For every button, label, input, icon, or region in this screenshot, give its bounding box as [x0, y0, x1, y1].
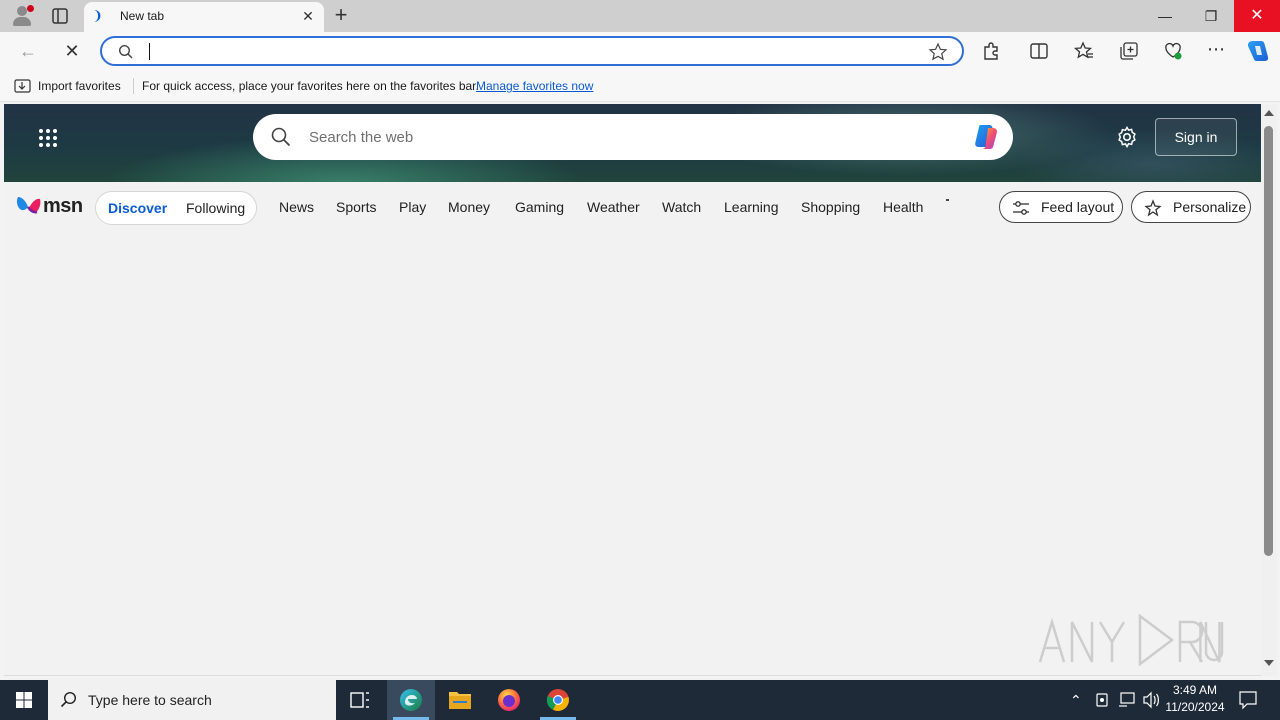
meet-now-icon[interactable] — [1094, 680, 1112, 720]
msn-logo-text: msn — [43, 195, 83, 217]
browser-toolbar: ← ✕ ⋯ — [0, 32, 1280, 70]
address-bar[interactable] — [100, 36, 964, 66]
notifications-icon[interactable] — [1236, 680, 1260, 720]
copilot-icon[interactable] — [971, 123, 1001, 151]
taskbar-search-placeholder: Type here to search — [88, 692, 212, 708]
personalize-label: Personalize — [1173, 199, 1247, 215]
nav-play[interactable]: Play — [399, 199, 426, 215]
search-icon — [271, 127, 291, 147]
favorites-icon[interactable] — [1073, 40, 1095, 62]
tab-following[interactable]: Following — [186, 200, 245, 216]
browser-essentials-icon[interactable] — [1162, 40, 1184, 62]
manage-favorites-link[interactable]: Manage favorites now — [476, 79, 593, 93]
close-window-button[interactable]: ✕ — [1234, 0, 1280, 32]
tab-close-icon[interactable]: ✕ — [300, 8, 316, 24]
nav-sports[interactable]: Sports — [336, 199, 376, 215]
tab-discover[interactable]: Discover — [108, 200, 167, 216]
edge-browser-icon — [400, 689, 422, 711]
settings-gear-icon[interactable] — [1116, 126, 1138, 148]
anyrun-watermark-logo — [1038, 613, 1224, 667]
import-favorites-icon — [14, 79, 31, 93]
extensions-puzzle-icon[interactable] — [980, 40, 1002, 62]
task-view-icon[interactable] — [336, 680, 384, 720]
msn-butterfly-icon — [16, 197, 41, 214]
profile-avatar-icon[interactable] — [10, 4, 34, 28]
collections-icon[interactable] — [1118, 40, 1140, 62]
scrollbar-thumb[interactable] — [1264, 126, 1273, 556]
sliders-icon — [1013, 201, 1029, 215]
network-icon[interactable] — [1117, 680, 1137, 720]
more-options-icon[interactable]: ⋯ — [1205, 40, 1227, 62]
personalize-button[interactable]: Personalize — [1131, 191, 1251, 223]
feed-layout-label: Feed layout — [1041, 199, 1115, 215]
feed-layout-button[interactable]: Feed layout — [999, 191, 1123, 223]
msn-new-tab-page: Sign in msn Discover Following News Spor… — [4, 104, 1261, 676]
feed-toggle: Discover Following — [95, 191, 257, 225]
nav-gaming[interactable]: Gaming — [515, 199, 564, 215]
file-explorer-icon[interactable] — [436, 680, 484, 720]
firefox-icon[interactable] — [485, 680, 533, 720]
tab-strip: ❩ New tab ✕ + — ❐ ✕ — [0, 0, 1280, 32]
nav-money[interactable]: Money — [448, 199, 490, 215]
nav-health[interactable]: Health — [883, 199, 923, 215]
chrome-icon — [546, 689, 569, 711]
msn-nav-row: msn Discover Following News Sports Play … — [4, 182, 1261, 232]
nav-watch[interactable]: Watch — [662, 199, 701, 215]
tab-new-tab[interactable]: ❩ New tab ✕ — [84, 2, 324, 32]
import-favorites-label: Import favorites — [38, 79, 121, 93]
show-hidden-icons-chevron-icon[interactable]: ⌃ — [1070, 680, 1086, 720]
volume-icon[interactable] — [1141, 680, 1161, 720]
minimize-button[interactable]: — — [1142, 0, 1188, 32]
nav-shopping[interactable]: Shopping — [801, 199, 860, 215]
personalize-sparkle-icon — [1144, 199, 1162, 217]
favorites-bar: Import favorites For quick access, place… — [0, 70, 1280, 102]
scroll-down-arrow-icon[interactable] — [1264, 660, 1274, 666]
back-arrow-icon[interactable]: ← — [16, 40, 40, 62]
taskbar-search-box[interactable]: Type here to search — [48, 680, 336, 720]
app-launcher-icon[interactable] — [38, 128, 58, 148]
split-screen-icon[interactable] — [1028, 40, 1050, 62]
loading-favicon-icon: ❩ — [92, 8, 103, 23]
stop-loading-icon[interactable]: ✕ — [60, 40, 84, 62]
favorites-bar-message: For quick access, place your favorites h… — [142, 79, 479, 93]
restore-button[interactable]: ❐ — [1188, 0, 1234, 32]
web-search-box[interactable] — [253, 114, 1013, 160]
system-clock[interactable]: 3:49 AM 11/20/2024 — [1160, 682, 1230, 718]
nav-learning[interactable]: Learning — [724, 199, 779, 215]
clock-date: 11/20/2024 — [1165, 700, 1225, 714]
nav-overflow-mark — [946, 199, 949, 201]
windows-start-icon[interactable] — [0, 680, 48, 720]
nav-news[interactable]: News — [279, 199, 314, 215]
search-icon — [118, 44, 133, 59]
tab-title: New tab — [120, 9, 165, 23]
taskbar-chrome-app[interactable] — [534, 680, 582, 720]
vertical-scrollbar[interactable] — [1261, 104, 1277, 676]
favorite-star-icon[interactable] — [928, 42, 948, 62]
favorites-divider — [133, 78, 134, 94]
search-icon — [60, 691, 77, 708]
nav-weather[interactable]: Weather — [587, 199, 640, 215]
address-input[interactable] — [150, 41, 910, 61]
clock-time: 3:49 AM — [1172, 683, 1218, 697]
tab-actions-icon[interactable] — [50, 6, 70, 26]
new-tab-button[interactable]: + — [330, 4, 352, 26]
windows-taskbar: Type here to search ⌃ 3:49 AM 11/20/2024 — [0, 680, 1280, 720]
web-search-input[interactable] — [309, 125, 949, 149]
copilot-icon[interactable] — [1245, 38, 1271, 64]
msn-logo[interactable]: msn — [16, 194, 83, 218]
sign-in-button[interactable]: Sign in — [1155, 118, 1237, 156]
taskbar-edge-app[interactable] — [387, 680, 435, 720]
scroll-up-arrow-icon[interactable] — [1264, 110, 1274, 116]
hero-banner: Sign in — [4, 104, 1261, 182]
